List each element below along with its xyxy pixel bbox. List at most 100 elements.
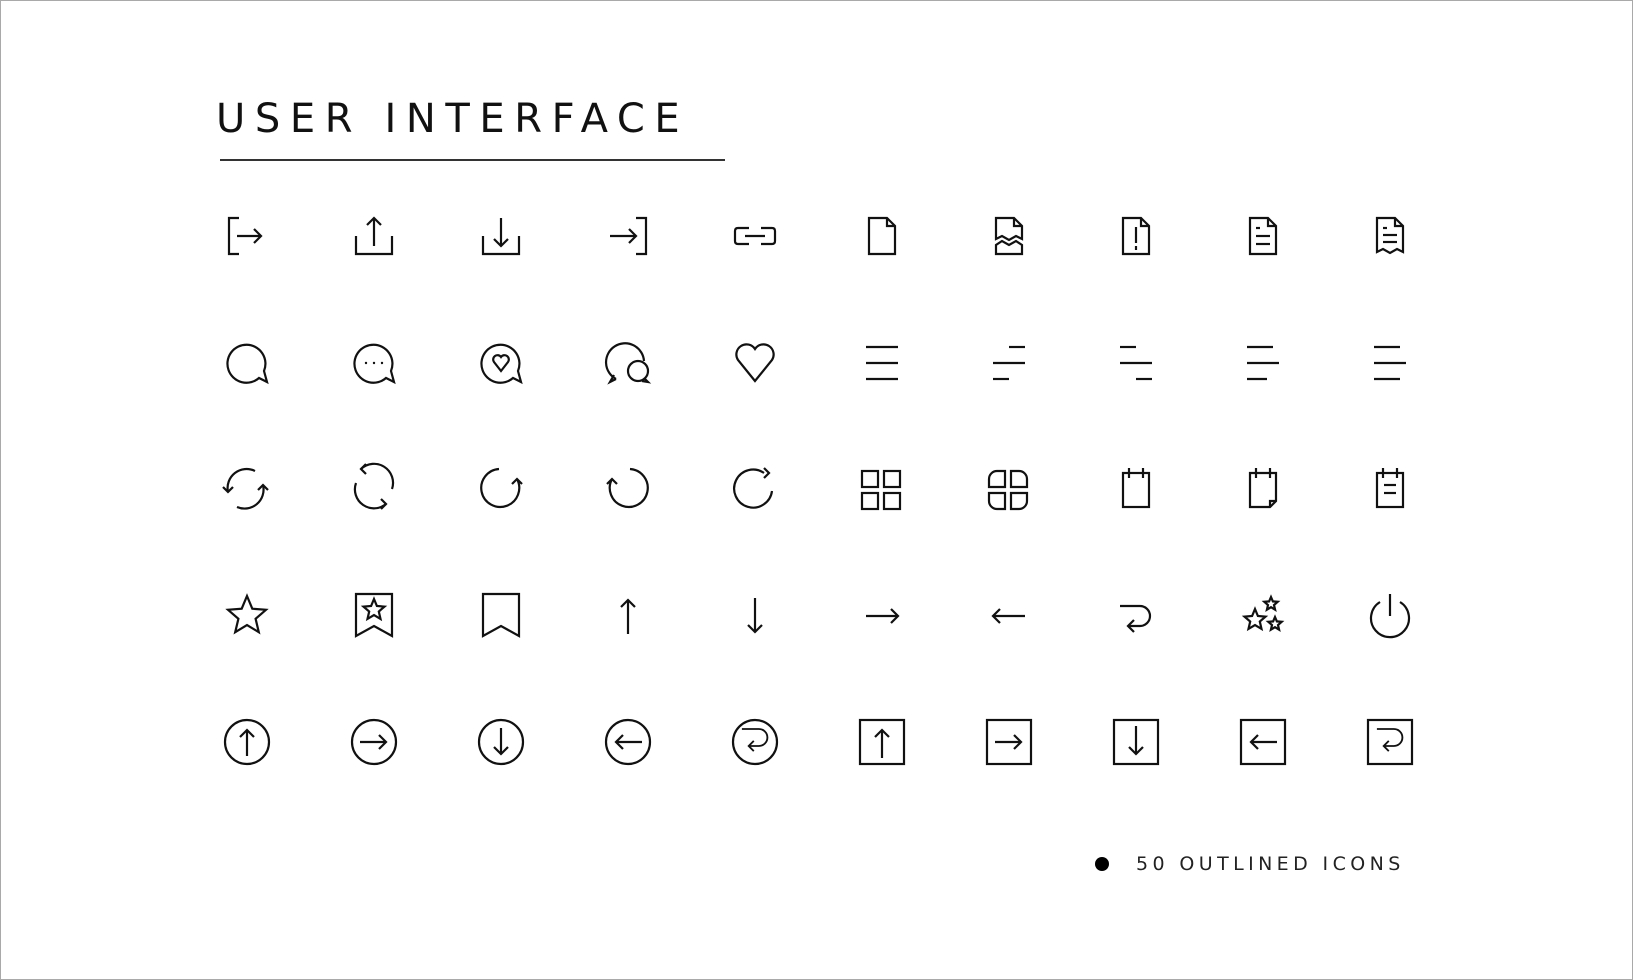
icon-cell [945, 173, 1072, 300]
arrow-down-icon [746, 597, 763, 634]
icon-cell [818, 553, 945, 680]
bullet-dot-icon [1095, 857, 1109, 871]
icon-cell [691, 173, 818, 300]
square-return-icon [1366, 719, 1413, 766]
icon-cell [1072, 553, 1199, 680]
square-arrow-down-icon [1112, 719, 1159, 766]
rotate-clockwise-open-icon [479, 468, 523, 509]
icon-cell [437, 553, 564, 680]
square-arrow-right-icon [985, 719, 1032, 766]
icon-cell [437, 173, 564, 300]
icon-cell [183, 426, 310, 553]
icon-cell [1199, 553, 1326, 680]
align-indent-icon [1119, 345, 1152, 380]
icon-cell [1072, 679, 1199, 806]
icon-cell [564, 553, 691, 680]
star-icon [224, 592, 269, 635]
icon-cell [1326, 553, 1453, 680]
icon-cell [183, 679, 310, 806]
icon-cell [945, 553, 1072, 680]
arrow-left-icon [990, 607, 1025, 624]
notepad-folded-icon [1248, 468, 1277, 509]
file-text-icon [1248, 217, 1277, 256]
icon-cell [691, 300, 818, 427]
icon-grid [183, 173, 1453, 808]
icon-cell [1326, 173, 1453, 300]
circle-arrow-up-icon [223, 719, 270, 766]
chat-heart-icon [479, 343, 523, 384]
title-underline [220, 159, 725, 161]
icon-cell [437, 426, 564, 553]
link-icon [733, 227, 776, 246]
login-icon [609, 217, 647, 256]
icon-cell [818, 426, 945, 553]
icon-cell [1326, 426, 1453, 553]
icon-cell [691, 426, 818, 553]
align-left-icon [1246, 345, 1279, 380]
file-icon [867, 217, 896, 256]
icon-cell [310, 679, 437, 806]
circle-arrow-down-icon [477, 719, 524, 766]
square-arrow-left-icon [1239, 719, 1286, 766]
icon-cell [310, 426, 437, 553]
notepad-text-icon [1375, 468, 1404, 509]
heart-icon [734, 343, 775, 383]
icon-cell [945, 426, 1072, 553]
bookmark-star-icon [354, 592, 393, 638]
arrow-up-icon [619, 598, 636, 634]
chat-bubble-icon [225, 343, 269, 384]
align-left-short-icon [1373, 345, 1406, 380]
sync-icon [221, 468, 269, 510]
icon-cell [183, 553, 310, 680]
icon-cell [691, 553, 818, 680]
chat-dots-icon [352, 343, 396, 384]
bookmark-icon [481, 592, 520, 638]
icon-cell [818, 679, 945, 806]
footer: 50 OUTLINED ICONS [1095, 853, 1405, 875]
icon-cell [564, 426, 691, 553]
align-right-icon [992, 345, 1025, 380]
rotate-counterclockwise-icon [605, 468, 649, 509]
icon-cell [1199, 173, 1326, 300]
icon-cell [945, 679, 1072, 806]
icon-cell [183, 300, 310, 427]
power-icon [1369, 593, 1410, 639]
circle-arrow-left-icon [604, 719, 651, 766]
circle-arrow-right-icon [350, 719, 397, 766]
stars-icon [1241, 593, 1284, 632]
file-alert-icon [1121, 217, 1150, 256]
icon-cell [1199, 426, 1326, 553]
icon-cell [564, 173, 691, 300]
arrow-right-icon [865, 607, 900, 624]
icon-cell [1326, 300, 1453, 427]
icon-cell [437, 679, 564, 806]
circle-return-icon [731, 719, 778, 766]
icon-cell [310, 553, 437, 680]
icon-cell [437, 300, 564, 427]
notepad-icon [1121, 468, 1150, 509]
download-icon [481, 218, 520, 256]
icon-cell [1072, 300, 1199, 427]
grid-rounded-icon [987, 470, 1028, 511]
icon-cell [1072, 173, 1199, 300]
icon-cell [564, 300, 691, 427]
icon-cell [818, 300, 945, 427]
logout-icon [227, 217, 263, 256]
icon-cell [1326, 679, 1453, 806]
icon-cell [818, 173, 945, 300]
icon-cell [310, 173, 437, 300]
icon-cell [183, 173, 310, 300]
receipt-icon [1375, 217, 1404, 255]
icon-cell [1199, 300, 1326, 427]
redo-rotate-icon [732, 467, 773, 509]
icon-cell [945, 300, 1072, 427]
refresh-cycle-icon [353, 462, 394, 511]
icon-cell [564, 679, 691, 806]
upload-icon [354, 216, 393, 256]
file-broken-icon [994, 217, 1023, 256]
return-icon [1119, 604, 1151, 633]
icon-cell [310, 300, 437, 427]
icon-cell [1072, 426, 1199, 553]
page-title: USER INTERFACE [216, 96, 690, 142]
align-justify-icon [865, 345, 898, 380]
